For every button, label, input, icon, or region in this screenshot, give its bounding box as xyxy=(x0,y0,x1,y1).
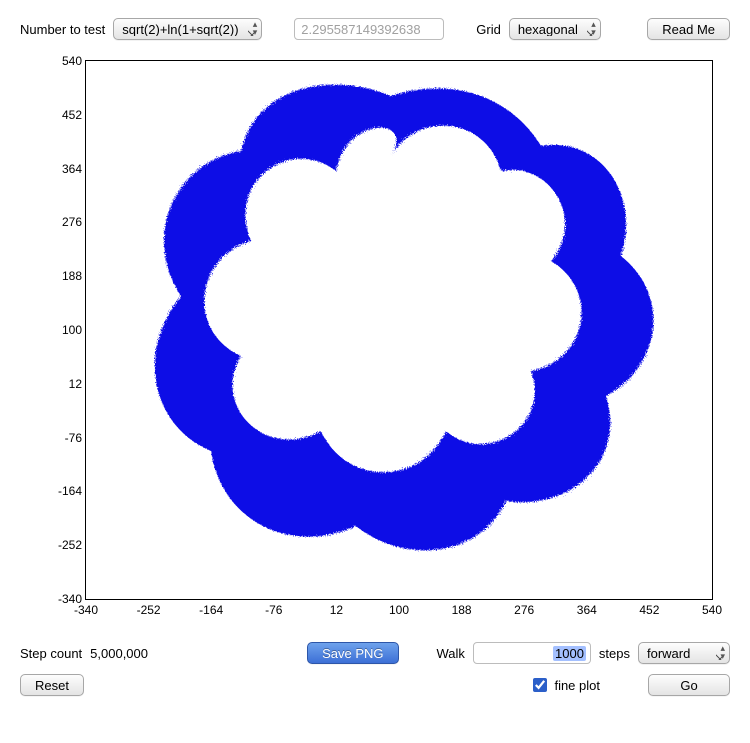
x-tick: -164 xyxy=(199,603,223,617)
step-count-value: 5,000,000 xyxy=(90,646,148,661)
y-tick: 12 xyxy=(26,377,82,391)
walk-label: Walk xyxy=(437,646,465,661)
y-tick: 276 xyxy=(26,215,82,229)
grid-select[interactable]: hexagonal xyxy=(509,18,601,40)
x-tick: 276 xyxy=(514,603,534,617)
go-button[interactable]: Go xyxy=(648,674,730,696)
y-tick: -252 xyxy=(26,538,82,552)
grid-label: Grid xyxy=(476,22,501,37)
step-count-label: Step count xyxy=(20,646,82,661)
x-tick: 452 xyxy=(639,603,659,617)
x-tick: 100 xyxy=(389,603,409,617)
number-to-test-label: Number to test xyxy=(20,22,105,37)
y-tick: -76 xyxy=(26,431,82,445)
steps-text: steps xyxy=(599,646,630,661)
x-tick: -76 xyxy=(265,603,282,617)
x-tick: 188 xyxy=(452,603,472,617)
x-tick: -252 xyxy=(137,603,161,617)
walk-steps-input[interactable]: 1000 xyxy=(473,642,591,664)
number-to-test-select[interactable]: sqrt(2)+ln(1+sqrt(2)) xyxy=(113,18,262,40)
save-png-button[interactable]: Save PNG xyxy=(307,642,398,664)
y-tick: 540 xyxy=(26,54,82,68)
fine-plot-checkbox-label[interactable]: fine plot xyxy=(529,675,600,695)
x-tick: 364 xyxy=(577,603,597,617)
readme-button[interactable]: Read Me xyxy=(647,18,730,40)
fractal-plot xyxy=(86,61,714,601)
plot-box: 540 452 364 276 188 100 12 -76 -164 -252… xyxy=(85,60,713,600)
number-value-field xyxy=(294,18,444,40)
direction-select[interactable]: forward xyxy=(638,642,730,664)
y-tick: 364 xyxy=(26,162,82,176)
y-tick: 188 xyxy=(26,269,82,283)
x-tick: 540 xyxy=(702,603,722,617)
reset-button[interactable]: Reset xyxy=(20,674,84,696)
x-tick: -340 xyxy=(74,603,98,617)
y-tick: -164 xyxy=(26,484,82,498)
fine-plot-checkbox[interactable] xyxy=(533,678,547,692)
x-tick: 12 xyxy=(330,603,343,617)
y-tick: 100 xyxy=(26,323,82,337)
plot-area: 540 452 364 276 188 100 12 -76 -164 -252… xyxy=(25,50,725,630)
y-tick: 452 xyxy=(26,108,82,122)
